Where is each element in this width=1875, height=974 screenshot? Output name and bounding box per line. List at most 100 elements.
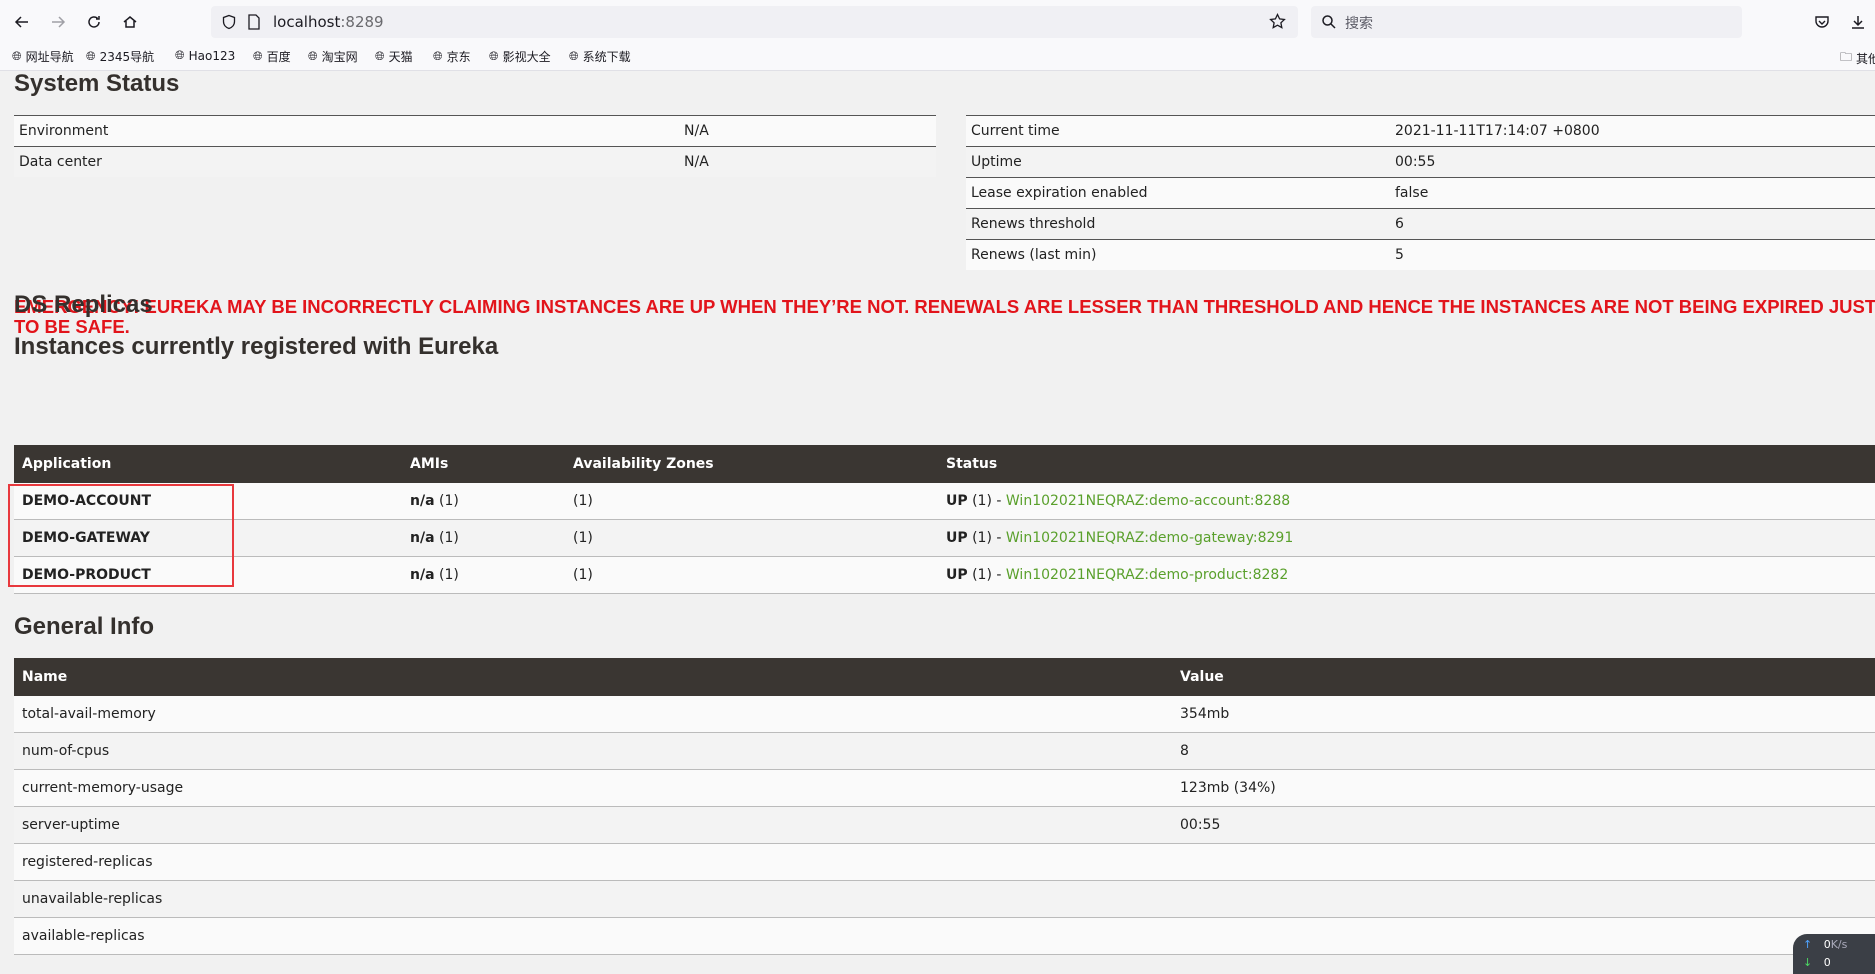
status-value: false	[1390, 177, 1875, 209]
search-input[interactable]: 搜索	[1345, 13, 1373, 33]
table-row: DEMO-ACCOUNT n/a (1) (1) UP (1) - Win102…	[14, 483, 1875, 520]
download-value: 0	[1823, 956, 1831, 969]
bookmark-item[interactable]: 🌐︎ 影视大全	[489, 48, 551, 65]
info-value	[1172, 880, 1875, 918]
table-header-row: Name Value	[14, 658, 1875, 696]
forward-button[interactable]	[44, 8, 72, 36]
status-label: Uptime	[966, 146, 1390, 178]
browser-toolbar: localhost:8289 搜索	[0, 0, 1875, 44]
table-row: registered-replicas	[14, 843, 1875, 881]
bookmark-item[interactable]: 🌐︎ 2345导航	[86, 48, 154, 65]
instances-table: Application AMIs Availability Zones Stat…	[14, 445, 1875, 594]
download-arrow-icon: ↓	[1803, 956, 1813, 969]
table-row: unavailable-replicas	[14, 880, 1875, 918]
globe-icon: 🌐︎	[489, 49, 499, 63]
ami-value: n/a	[410, 493, 435, 509]
table-row: current-memory-usage 123mb (34%)	[14, 769, 1875, 807]
instance-link[interactable]: Win102021NEQRAZ:demo-gateway:8291	[1006, 530, 1293, 546]
url-port: :8289	[340, 13, 384, 31]
system-status-right-table: Current time 2021-11-11T17:14:07 +0800 U…	[966, 115, 1875, 270]
bookmark-item[interactable]: 🌐︎ 百度	[253, 48, 291, 65]
ami-value: n/a	[410, 567, 435, 583]
amis-cell: n/a (1)	[402, 483, 565, 520]
url-host: localhost	[273, 13, 341, 31]
bookmark-item[interactable]: 🌐︎ 网址导航	[12, 48, 74, 65]
column-header-amis: AMIs	[402, 445, 565, 483]
upload-unit: K/s	[1830, 938, 1848, 951]
ami-value: n/a	[410, 530, 435, 546]
globe-icon: 🌐︎	[569, 49, 579, 63]
address-bar[interactable]: localhost:8289	[211, 6, 1298, 38]
url-text[interactable]: localhost:8289	[273, 13, 384, 31]
column-header-status: Status	[938, 445, 1875, 483]
table-row: Current time 2021-11-11T17:14:07 +0800	[966, 115, 1875, 147]
bookmark-item[interactable]: 🌐︎ 淘宝网	[308, 48, 358, 65]
table-row: total-avail-memory 354mb	[14, 696, 1875, 733]
info-name: total-avail-memory	[14, 696, 1172, 733]
amis-cell: n/a (1)	[402, 556, 565, 594]
zones-cell: (1)	[565, 483, 938, 520]
bookmark-label: Hao123	[188, 48, 236, 63]
table-row: server-uptime 00:55	[14, 806, 1875, 844]
bookmarks-toolbar: 🌐︎ 网址导航 🌐︎ 2345导航 🌐︎ Hao123 🌐︎ 百度 🌐︎ 淘宝网 🌐︎ 天猫…	[0, 44, 1875, 71]
search-bar[interactable]: 搜索	[1311, 6, 1742, 38]
status-cell: UP (1) - Win102021NEQRAZ:demo-product:82…	[938, 556, 1875, 594]
globe-icon: 🌐︎	[253, 49, 263, 63]
status-value: N/A	[679, 146, 936, 177]
download-row: ↓ 0	[1803, 956, 1831, 969]
bookmark-item[interactable]: 🌐︎ 京东	[433, 48, 471, 65]
instance-link[interactable]: Win102021NEQRAZ:demo-product:8282	[1006, 567, 1288, 583]
reload-icon	[88, 16, 100, 28]
status-value: 5	[1390, 239, 1875, 270]
status-value: 00:55	[1390, 146, 1875, 178]
save-to-pocket-icon	[1815, 16, 1829, 28]
system-status-left-table: Environment N/A Data center N/A	[14, 115, 936, 177]
bookmark-item[interactable]: 🌐︎ 系统下载	[569, 48, 631, 65]
info-value: 8	[1172, 732, 1875, 770]
globe-icon: 🌐︎	[375, 49, 385, 63]
column-header-zones: Availability Zones	[565, 445, 938, 483]
reload-button[interactable]	[80, 8, 108, 36]
arrow-left-icon	[14, 16, 28, 28]
globe-icon: 🌐︎	[308, 49, 318, 63]
bookmark-label: 其他	[1856, 52, 1875, 66]
status-up: UP	[946, 567, 968, 583]
info-value: 00:55	[1172, 806, 1875, 844]
globe-icon: 🌐︎	[12, 49, 22, 63]
info-name: available-replicas	[14, 917, 1172, 955]
general-info-table: Name Value total-avail-memory 354mb num-o…	[14, 658, 1875, 955]
bookmark-label: 天猫	[388, 50, 413, 64]
other-bookmarks[interactable]: 🗀︎ 其他	[1840, 48, 1875, 69]
column-header-value: Value	[1172, 658, 1875, 696]
bookmark-item[interactable]: 🌐︎ Hao123	[175, 48, 235, 63]
info-name: registered-replicas	[14, 843, 1172, 881]
table-row: num-of-cpus 8	[14, 732, 1875, 770]
search-icon	[1322, 15, 1336, 29]
ds-replicas-title: DS Replicas	[14, 291, 153, 318]
ami-count: (1)	[438, 493, 459, 509]
table-row: DEMO-GATEWAY n/a (1) (1) UP (1) - Win102…	[14, 519, 1875, 557]
back-button[interactable]	[8, 8, 36, 36]
upload-arrow-icon: ↑	[1803, 938, 1813, 951]
network-speed-widget[interactable]: ↑ 0K/s ↓ 0	[1793, 934, 1875, 974]
shield-icon[interactable]	[221, 14, 237, 30]
globe-icon: 🌐︎	[433, 49, 443, 63]
home-button[interactable]	[116, 8, 144, 36]
table-row: Data center N/A	[14, 146, 936, 177]
info-name: num-of-cpus	[14, 732, 1172, 770]
page-icon[interactable]	[247, 14, 261, 30]
instance-link[interactable]: Win102021NEQRAZ:demo-account:8288	[1006, 493, 1290, 509]
pocket-button[interactable]	[1808, 8, 1836, 36]
zones-cell: (1)	[565, 556, 938, 594]
downloads-button[interactable]	[1844, 8, 1872, 36]
arrow-right-icon	[52, 16, 66, 28]
status-label: Data center	[14, 146, 679, 177]
info-name: current-memory-usage	[14, 769, 1172, 807]
star-icon[interactable]	[1269, 13, 1286, 30]
upload-value: 0	[1823, 938, 1831, 951]
ami-count: (1)	[438, 530, 459, 546]
bookmark-label: 京东	[446, 50, 471, 64]
bookmark-item[interactable]: 🌐︎ 天猫	[375, 48, 413, 65]
status-label: Renews threshold	[966, 208, 1390, 240]
info-value	[1172, 843, 1875, 881]
